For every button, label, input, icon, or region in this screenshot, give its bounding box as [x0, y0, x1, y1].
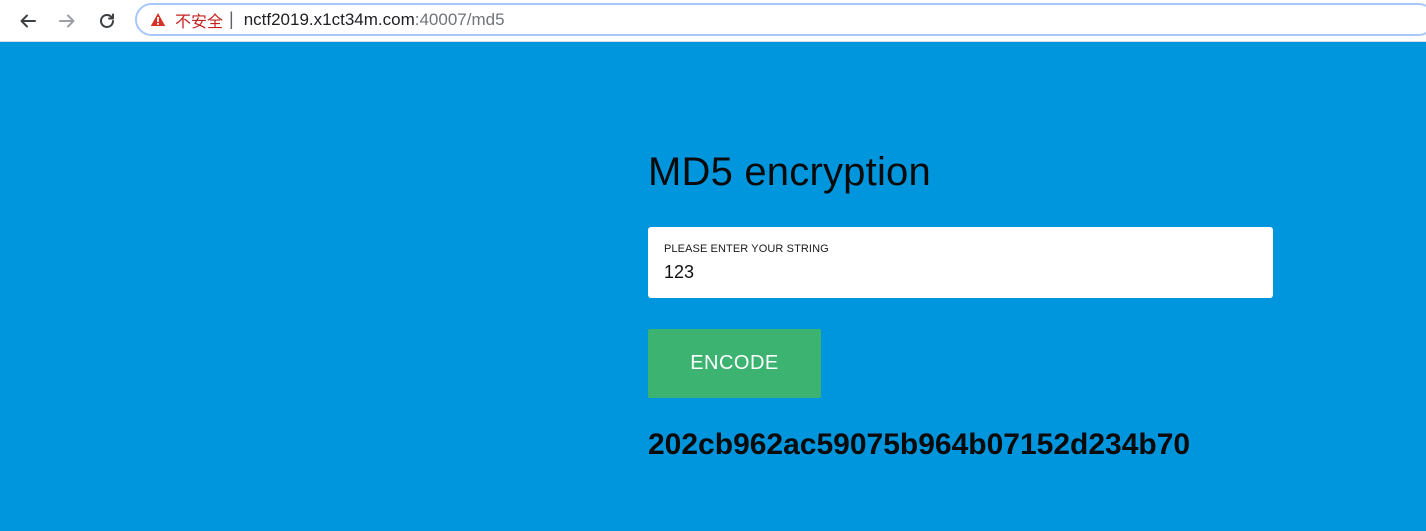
- string-input-card[interactable]: PLEASE ENTER YOUR STRING: [648, 227, 1273, 298]
- back-button[interactable]: [14, 7, 42, 35]
- arrow-left-icon: [19, 12, 37, 30]
- security-status-label[interactable]: 不安全: [175, 8, 223, 32]
- string-input[interactable]: [664, 260, 1254, 284]
- url-path: :40007/md5: [414, 9, 505, 29]
- encode-button[interactable]: ENCODE: [648, 329, 821, 398]
- page-title: MD5 encryption: [648, 150, 931, 194]
- url-text[interactable]: nctf2019.x1ct34m.com:40007/md5: [244, 10, 505, 30]
- address-bar[interactable]: 不安全 | nctf2019.x1ct34m.com:40007/md5: [135, 3, 1426, 36]
- reload-button[interactable]: [93, 7, 121, 35]
- md5-result: 202cb962ac59075b964b07152d234b70: [648, 428, 1191, 461]
- string-input-label: PLEASE ENTER YOUR STRING: [664, 243, 829, 255]
- browser-toolbar: 不安全 | nctf2019.x1ct34m.com:40007/md5: [0, 0, 1426, 42]
- reload-icon: [98, 12, 116, 30]
- page-body: MD5 encryption PLEASE ENTER YOUR STRING …: [0, 42, 1426, 531]
- arrow-right-icon: [58, 12, 76, 30]
- forward-button[interactable]: [53, 7, 81, 35]
- address-separator: |: [229, 9, 234, 29]
- warning-triangle-icon[interactable]: [150, 12, 166, 28]
- url-host: nctf2019.x1ct34m.com: [243, 9, 415, 29]
